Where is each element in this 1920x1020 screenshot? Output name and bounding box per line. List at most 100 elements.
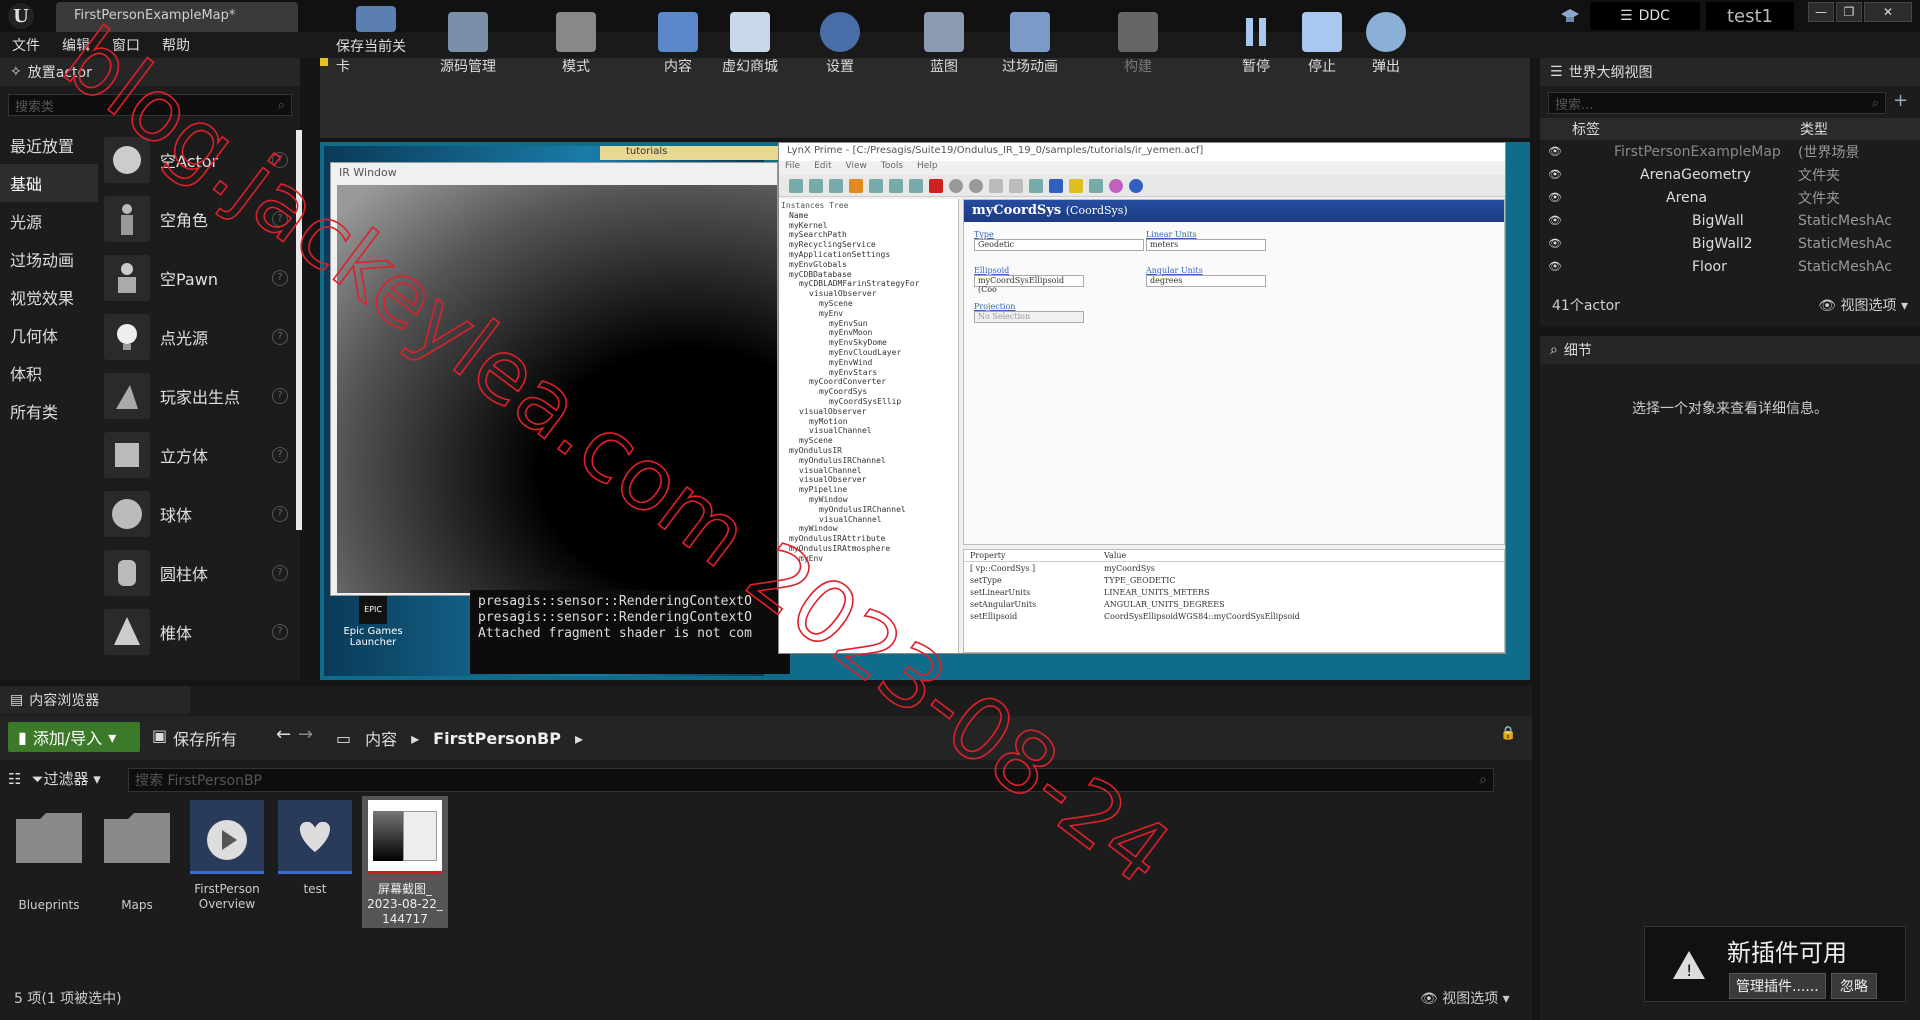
undo-icon[interactable] [989,178,1003,193]
column-type[interactable]: 类型 [1800,119,1828,139]
asset-test[interactable]: test [274,800,356,897]
eye-icon[interactable]: 👁 [1548,214,1562,227]
brush-icon[interactable] [1089,178,1103,193]
tree-node[interactable]: Name [781,211,956,221]
actor-item-point-light[interactable]: 点光源? [104,307,292,366]
delete-icon[interactable] [929,178,943,193]
target-icon[interactable] [1109,178,1123,193]
eye-icon[interactable]: 👁 [1548,145,1562,158]
place-actor-tab[interactable]: ✧ 放置actor [0,58,300,86]
world-outliner-tab[interactable]: ☰ 世界大纲视图 [1540,58,1920,86]
save-level-button[interactable]: 保存当前关卡 [336,6,416,76]
tree-node[interactable]: myEnvMoon [781,328,956,338]
breadcrumb-content[interactable]: 内容 [365,726,397,750]
content-view-options[interactable]: 👁 视图选项 ▾ [1420,988,1510,1008]
actor-item-empty-pawn[interactable]: 空Pawn? [104,248,292,307]
tree-node[interactable]: visualObserver [781,407,956,417]
eye-icon[interactable]: 👁 [1548,237,1562,250]
category-lights[interactable]: 光源 [0,202,98,240]
tree-node[interactable]: myCDBDatabase [781,270,956,280]
instances-tree[interactable]: Instances Tree Name myKernel mySearchPath m… [779,199,959,653]
open-icon[interactable] [809,178,823,193]
redo-icon[interactable] [1009,178,1023,193]
help-icon[interactable]: ? [272,505,288,522]
table-row[interactable]: setEllipsoid CoordSysEllipsoidWGS84::myCo… [964,610,1504,622]
cinematics-button[interactable]: 过场动画 [990,6,1070,76]
save-all-button[interactable]: ▣ 保存所有 [152,726,237,750]
forward-icon[interactable] [969,178,983,193]
help-icon[interactable]: ? [272,564,288,581]
asset-maps[interactable]: Maps [96,800,178,913]
tree-node[interactable]: myScene [781,436,956,446]
place-actor-search[interactable]: 搜索类 ⌕ [8,94,292,116]
outliner-search[interactable]: 搜索... ⌕ [1548,92,1886,114]
tree-node[interactable]: visualObserver [781,289,956,299]
help-icon[interactable]: ? [272,387,288,404]
outliner-row[interactable]: 👁 BigWall2 StaticMeshAc [1540,232,1920,255]
tree-node[interactable]: myCoordConverter [781,377,956,387]
actor-item-empty-actor[interactable]: 空Actor? [104,130,292,189]
lynx-menu-tools[interactable]: Tools [881,161,903,175]
tree-node[interactable]: myEnv [781,554,956,564]
table-row[interactable]: setType TYPE_GEODETIC [964,574,1504,586]
outliner-row[interactable]: 👁 FirstPersonExampleMap (世界场景 [1540,140,1920,163]
tree-node[interactable]: visualObserver [781,475,956,485]
category-geometry[interactable]: 几何体 [0,316,98,354]
tree-node[interactable]: visualChannel [781,466,956,476]
new-icon[interactable] [789,178,803,193]
tree-node[interactable]: myOndulusIRAttribute [781,534,956,544]
tree-node[interactable]: myEnvGlobals [781,260,956,270]
lynx-menu-help[interactable]: Help [917,161,938,175]
copy-icon[interactable] [889,178,903,193]
type-select[interactable]: Geodetic [974,239,1144,251]
tree-node[interactable]: myCoordSys [781,387,956,397]
projection-select[interactable]: No Selection [974,311,1084,323]
forward-arrow-icon[interactable]: → [298,724,313,745]
tree-node[interactable]: myEnvCloudLayer [781,348,956,358]
settings-button[interactable]: 设置 [800,6,880,76]
tree-node[interactable]: myOndulusIRChannel [781,505,956,515]
epic-launcher-shortcut[interactable]: EPIC Epic Games Launcher [338,596,408,656]
tree-node[interactable]: myOndulusIRChannel [781,456,956,466]
tree-node[interactable]: myEnv [781,309,956,319]
asset-blueprints[interactable]: Blueprints [8,800,90,913]
content-browser-tab[interactable]: ▤ 内容浏览器 [0,686,190,714]
category-visual-effects[interactable]: 视觉效果 [0,278,98,316]
outliner-row[interactable]: 👁 BigWall StaticMeshAc [1540,209,1920,232]
desktop-tab[interactable]: tutorials [600,146,780,160]
table-row[interactable]: setLinearUnits LINEAR_UNITS_METERS [964,586,1504,598]
modes-button[interactable]: 模式 [536,6,616,76]
table-row[interactable]: setAngularUnits ANGULAR_UNITS_DEGREES [964,598,1504,610]
actor-item-cone[interactable]: 椎体? [104,602,292,661]
add-import-button[interactable]: ▮ 添加/导入 ▾ [8,722,140,752]
outliner-row[interactable]: 👁 Floor StaticMeshAc [1540,255,1920,278]
eye-icon[interactable]: 👁 [1548,168,1562,181]
angular-units-select[interactable]: degrees [1146,275,1266,287]
content-button[interactable]: 内容 [638,6,718,76]
sources-toggle-icon[interactable]: ☷ [8,770,21,788]
tree-node[interactable]: myEnvStars [781,368,956,378]
lynx-prime-window[interactable]: LynX Prime - [C:/Presagis/Suite19/Ondulu… [778,142,1506,654]
eye-icon[interactable]: 👁 [1548,191,1562,204]
add-actor-icon[interactable]: + [1893,90,1915,112]
lynx-menu-file[interactable]: File [785,161,800,175]
help-icon[interactable]: ? [272,623,288,640]
tree-node[interactable]: myWindow [781,495,956,505]
tree-node[interactable]: visualChannel [781,515,956,525]
actor-item-empty-character[interactable]: 空角色? [104,189,292,248]
menu-window[interactable]: 窗口 [112,35,140,55]
content-search[interactable]: 搜索 FirstPersonBP ⌕ [128,768,1494,792]
category-recent[interactable]: 最近放置 [0,126,98,164]
asset-firstperson-overview[interactable]: FirstPerson Overview [186,800,268,912]
table-icon[interactable] [1029,178,1043,193]
save-icon[interactable] [829,178,843,193]
maximize-button[interactable]: ❐ [1836,2,1862,22]
help-icon[interactable]: ? [272,328,288,345]
run-icon[interactable] [1069,178,1083,193]
lock-icon[interactable]: 🔒 [1500,726,1516,741]
tree-node[interactable]: myOndulusIR [781,446,956,456]
tree-node[interactable]: mySearchPath [781,230,956,240]
ir-window[interactable]: IR Window [330,162,778,596]
help-icon[interactable]: ? [272,446,288,463]
actor-item-cube[interactable]: 立方体? [104,425,292,484]
